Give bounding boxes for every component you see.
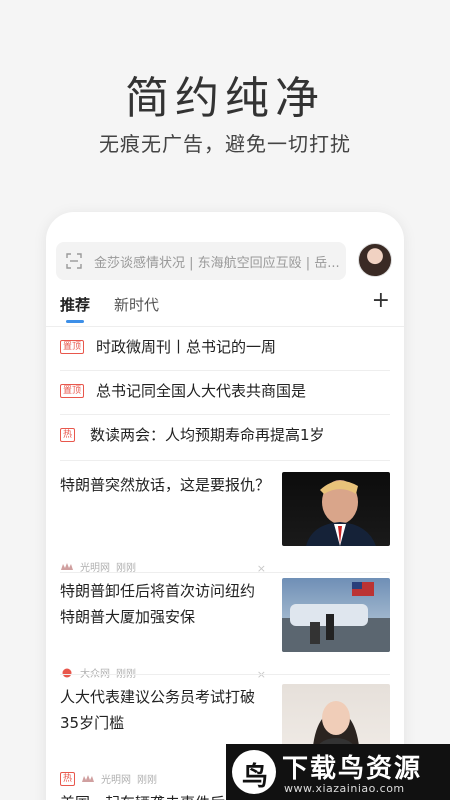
scan-icon[interactable] xyxy=(66,253,82,269)
search-placeholder: 金莎谈感情状况 | 东海航空回应互殴 | 岳... xyxy=(94,256,340,271)
hot-badge: 热 xyxy=(60,428,76,442)
divider xyxy=(60,572,390,573)
news-thumbnail xyxy=(282,578,390,652)
bird-logo-icon: 鸟 xyxy=(232,750,276,794)
news-time: 刚刚 xyxy=(116,665,136,680)
list-item-title: 总书记同全国人大代表共商国是 xyxy=(96,382,307,400)
tab-label: 推荐 xyxy=(60,296,91,314)
news-item[interactable]: 特朗普突然放话，这是要报仇？ 光明网 刚刚 × xyxy=(60,472,390,580)
news-time: 刚刚 xyxy=(137,775,158,786)
pinned-badge: 置顶 xyxy=(60,384,85,398)
tab-recommend[interactable]: 推荐 xyxy=(60,294,91,323)
phone-frame: 金莎谈感情状况 | 东海航空回应互殴 | 岳... 推荐 新时代 + 置顶 时政… xyxy=(46,212,404,800)
hero-subtitle: 无痕无广告，避免一切打扰 xyxy=(99,132,351,156)
news-source: 大众网 xyxy=(80,665,110,680)
tab-label: 新时代 xyxy=(114,296,160,314)
add-channel-button[interactable]: + xyxy=(372,288,390,313)
news-meta: 大众网 刚刚 xyxy=(60,665,136,680)
tab-new-era[interactable]: 新时代 xyxy=(114,294,159,315)
news-thumbnail xyxy=(282,472,390,546)
hot-badge: 热 xyxy=(60,771,76,786)
tab-indicator xyxy=(66,320,84,323)
search-row: 金莎谈感情状况 | 东海航空回应互殴 | 岳... xyxy=(56,242,394,280)
news-title: 人大代表建议公务员考试打破35岁门槛 xyxy=(60,688,256,732)
news-title: 特朗普突然放话，这是要报仇？ xyxy=(60,476,271,494)
hero-title: 简约纯净 xyxy=(125,73,325,124)
source-icon xyxy=(82,774,95,782)
news-meta: 热 光明网 刚刚 xyxy=(60,771,157,786)
news-source: 光明网 xyxy=(101,775,132,786)
watermark-url: www.xiazainiao.com xyxy=(284,782,405,795)
watermark-text: 下载鸟资源 xyxy=(282,754,423,784)
watermark: 鸟 下载鸟资源 www.xiazainiao.com xyxy=(226,744,450,800)
list-item[interactable]: 热 数读两会：人均预期寿命再提高1岁 xyxy=(60,414,390,458)
search-bar[interactable]: 金莎谈感情状况 | 东海航空回应互殴 | 岳... xyxy=(56,242,346,280)
pinned-badge: 置顶 xyxy=(60,340,85,354)
source-icon xyxy=(62,668,72,677)
list-item[interactable]: 置顶 总书记同全国人大代表共商国是 xyxy=(60,370,390,414)
divider xyxy=(60,460,390,461)
logo-glyph: 鸟 xyxy=(242,762,269,792)
avatar[interactable] xyxy=(358,243,392,277)
news-title: 特朗普卸任后将首次访问纽约 特朗普大厦加强安保 xyxy=(60,582,256,626)
divider xyxy=(60,674,390,675)
news-item[interactable]: 特朗普卸任后将首次访问纽约 特朗普大厦加强安保 大众网 刚刚 × xyxy=(60,578,390,686)
news-title[interactable]: 美国一起车辆袭击事件后 xyxy=(60,792,225,800)
list-item[interactable]: 置顶 时政微周刊丨总书记的一周 xyxy=(60,326,390,370)
source-icon xyxy=(61,562,73,570)
tab-bar: 推荐 新时代 + xyxy=(60,288,390,324)
close-icon[interactable]: × xyxy=(257,562,266,575)
list-item-title: 时政微周刊丨总书记的一周 xyxy=(96,338,277,356)
list-item-title: 数读两会：人均预期寿命再提高1岁 xyxy=(90,426,325,444)
